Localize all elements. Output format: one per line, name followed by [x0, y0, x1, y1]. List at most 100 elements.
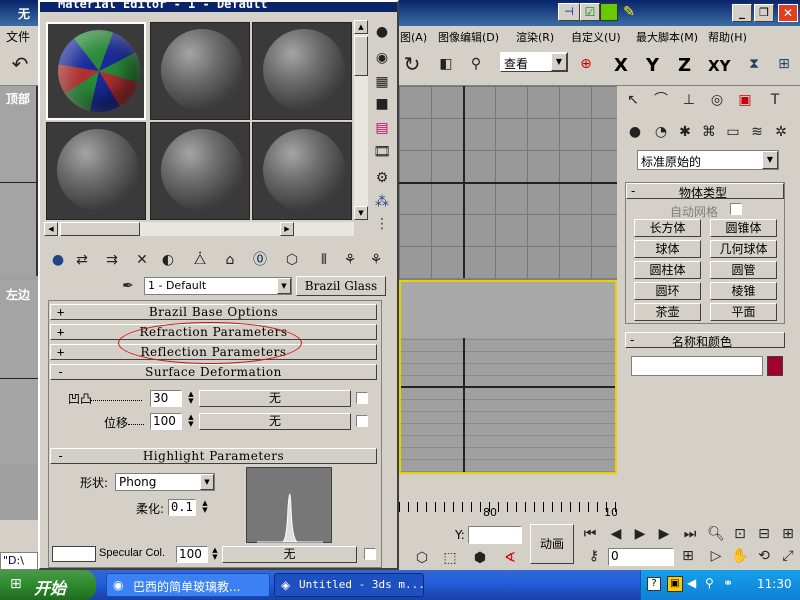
help-tray-icon[interactable]: ?: [647, 577, 661, 591]
autogrid-checkbox[interactable]: [730, 203, 742, 215]
axis-z-button[interactable]: Z: [678, 55, 691, 76]
scroll-right-icon[interactable]: ▶: [280, 222, 294, 236]
bump-amount-input[interactable]: 30: [150, 390, 182, 407]
displace-spinner[interactable]: ▲ ▼: [186, 414, 196, 430]
select-icon[interactable]: ⬚: [440, 548, 460, 568]
scroll-up-icon[interactable]: ▲: [354, 20, 368, 34]
menu-customize[interactable]: 自定义(U): [571, 29, 621, 45]
language-icon[interactable]: ⚲: [705, 576, 714, 590]
material-name-dropdown[interactable]: 1 - Default ▼: [144, 277, 292, 295]
surface-deformation-rollout[interactable]: - Surface Deformation: [50, 364, 377, 380]
show-map-icon[interactable]: ⬡: [282, 250, 302, 270]
slots-vertical-scrollbar[interactable]: ▲ ▼: [354, 20, 368, 220]
task-tutorial[interactable]: ◉ 巴西的简单玻璃教...: [106, 573, 270, 597]
geosphere-button[interactable]: 几何球体: [710, 240, 777, 258]
play-icon[interactable]: ▶: [630, 524, 650, 544]
soften-spinner[interactable]: ▲ ▼: [200, 500, 210, 516]
viewport-perspective[interactable]: [399, 280, 617, 474]
spacewarps-icon[interactable]: ≋: [747, 122, 767, 142]
sample-slot-4[interactable]: [46, 122, 146, 220]
undo-icon[interactable]: ↶: [10, 54, 30, 74]
grid-icon[interactable]: [600, 3, 618, 21]
view-dropdown[interactable]: 查看 ▼: [500, 52, 568, 72]
sample-slot-1[interactable]: [46, 22, 146, 120]
lights-icon[interactable]: ✱: [675, 122, 695, 142]
specular-spinner[interactable]: ▲ ▼: [210, 547, 220, 563]
align-icon[interactable]: ⊞: [774, 54, 794, 74]
modify-tab-icon[interactable]: ⌒: [651, 90, 671, 110]
sample-type-icon[interactable]: ●: [372, 22, 392, 42]
checkbox-icon[interactable]: ☑: [580, 3, 600, 21]
menu-views[interactable]: 图(A): [400, 29, 427, 45]
motion-tab-icon[interactable]: ◎: [707, 90, 727, 110]
make-preview-icon[interactable]: 🎞︎: [372, 142, 392, 162]
zoom-extents-icon[interactable]: ⊟: [754, 524, 774, 544]
viewport-left[interactable]: 左边: [0, 280, 38, 464]
cameras-icon[interactable]: ⌘: [699, 122, 719, 142]
go-end-icon[interactable]: ⏭: [680, 524, 700, 544]
snap-icon[interactable]: ⬢: [470, 548, 490, 568]
brush-icon[interactable]: ✎: [620, 3, 638, 21]
material-effects-icon[interactable]: ⓪: [250, 250, 270, 270]
script-listener[interactable]: "D:\: [0, 552, 38, 570]
shapes-icon[interactable]: ◔: [651, 122, 671, 142]
show-end-result-icon[interactable]: ⫴: [314, 250, 334, 270]
mirror-icon[interactable]: ⧗: [744, 54, 764, 74]
get-material-icon[interactable]: ●: [48, 250, 68, 270]
torus-button[interactable]: 圆环: [634, 282, 701, 300]
pivot-icon[interactable]: ⊕: [576, 54, 596, 74]
select-region-icon[interactable]: ◧: [436, 54, 456, 74]
minimize-button[interactable]: _: [732, 4, 752, 22]
menu-help[interactable]: 帮助(H): [708, 29, 747, 45]
teapot-button[interactable]: 茶壶: [634, 303, 701, 321]
bump-map-button[interactable]: 无: [199, 390, 351, 407]
axis-y-button[interactable]: Y: [646, 55, 659, 76]
make-unique-icon[interactable]: ⧊: [190, 250, 210, 270]
scroll-thumb[interactable]: [60, 222, 140, 236]
displace-map-checkbox[interactable]: [356, 415, 368, 427]
redo-icon[interactable]: ↻: [402, 54, 422, 74]
sample-uv-icon[interactable]: ■: [372, 94, 392, 114]
brazil-base-rollout[interactable]: + Brazil Base Options: [50, 304, 377, 320]
put-to-scene-icon[interactable]: ⇄: [72, 250, 92, 270]
axis-xy-button[interactable]: XY: [708, 57, 730, 75]
specular-color-swatch[interactable]: [52, 546, 96, 562]
slots-horizontal-scrollbar[interactable]: ◀ ▶: [44, 222, 354, 236]
restore-button[interactable]: ❐: [754, 4, 774, 22]
orbit-icon[interactable]: ⟲: [754, 546, 774, 566]
systems-icon[interactable]: ✲: [771, 122, 791, 142]
object-name-field[interactable]: [631, 356, 763, 376]
display-tab-icon[interactable]: ▣: [735, 90, 755, 110]
copy-material-icon[interactable]: ◐: [158, 250, 178, 270]
background-icon[interactable]: ▦: [372, 72, 392, 92]
cylinder-button[interactable]: 圆柱体: [634, 261, 701, 279]
backlight-icon[interactable]: ◉: [372, 48, 392, 68]
viewport-top[interactable]: 顶部: [0, 86, 38, 276]
material-navigator-icon[interactable]: ⋮: [372, 214, 392, 234]
scroll-left-icon[interactable]: ◀: [44, 222, 58, 236]
fov-icon[interactable]: ▷: [706, 546, 726, 566]
displace-map-button[interactable]: 无: [199, 413, 351, 430]
cone-button[interactable]: 圆锥体: [710, 219, 777, 237]
geometry-icon[interactable]: ●: [625, 122, 645, 142]
start-button[interactable]: ⊞ 开始: [0, 570, 96, 600]
back-arrow-icon[interactable]: ◀: [687, 576, 696, 590]
zoom-extents-all-icon[interactable]: ⊞: [778, 524, 798, 544]
walk-icon[interactable]: ⚲: [466, 54, 486, 74]
sample-slot-3[interactable]: [252, 22, 352, 120]
task-3dsmax[interactable]: ◈ Untitled - 3ds m...: [274, 573, 425, 597]
bump-spinner[interactable]: ▲ ▼: [186, 391, 196, 407]
tray-app-icon[interactable]: ▣: [667, 576, 683, 592]
put-to-library-icon[interactable]: ⌂: [220, 250, 240, 270]
time-config-icon[interactable]: ⊞: [678, 546, 698, 566]
bump-map-checkbox[interactable]: [356, 392, 368, 404]
pick-material-icon[interactable]: ✒: [118, 276, 138, 296]
material-type-button[interactable]: Brazil Glass: [296, 276, 386, 296]
menu-file[interactable]: 文件: [6, 28, 30, 45]
zoom-icon[interactable]: 🔍︎: [706, 524, 726, 544]
sample-slot-6[interactable]: [252, 122, 352, 220]
assign-material-icon[interactable]: ⇉: [102, 250, 122, 270]
close-button[interactable]: ✕: [778, 4, 798, 22]
utilities-tab-icon[interactable]: T: [765, 90, 785, 110]
prev-frame-icon[interactable]: ◀: [606, 524, 626, 544]
